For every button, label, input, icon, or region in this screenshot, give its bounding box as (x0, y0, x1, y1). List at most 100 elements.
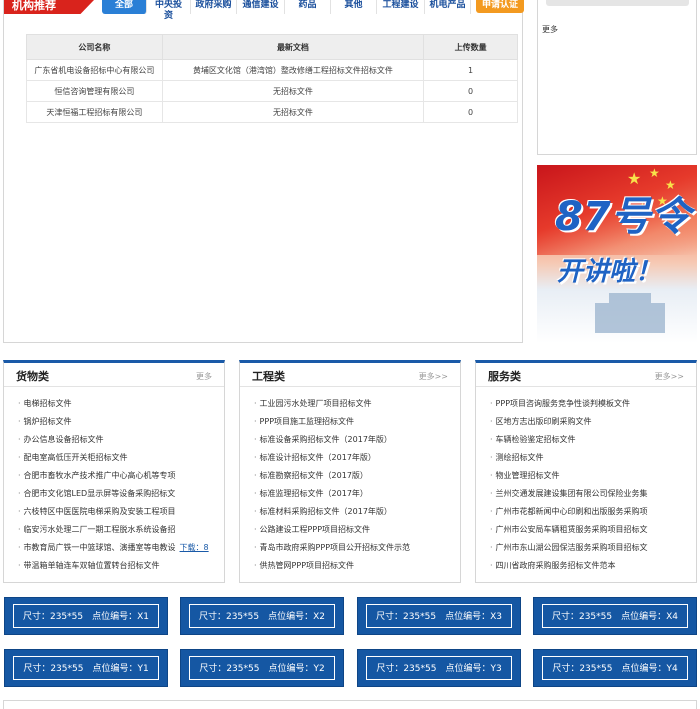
ad-label: 尺寸：235*55 点位编号：Y2 (189, 656, 335, 680)
list-item[interactable]: 广州市公安局车辆租赁服务采购项目招标文 (490, 521, 696, 539)
list-item[interactable]: 合肥市畜牧水产技术推广中心高心机等专项 (18, 467, 224, 485)
latest-doc: 无招标文件 (161, 80, 425, 102)
tab-electromechanical[interactable]: 机电产品 (425, 0, 471, 14)
services-panel: 服务类 更多>> PPP项目咨询服务竞争性谈判模板文件 区地方志出版印刷采购文件… (475, 360, 697, 583)
ad-label: 尺寸：235*55 点位编号：Y4 (542, 656, 688, 680)
list-item[interactable]: 公路建设工程PPP项目招标文件 (254, 521, 460, 539)
col-latest-doc: 最新文档 (161, 34, 425, 60)
star-icon: ★ (627, 169, 642, 188)
more-link[interactable]: 更多>> (655, 371, 684, 382)
company-name[interactable]: 恒信咨询管理有限公司 (26, 80, 163, 102)
panel-title: 工程类 (252, 370, 285, 383)
list-item[interactable]: 标准设计招标文件（2017年版） (254, 449, 460, 467)
right-box-header (546, 0, 689, 6)
ad-slot-x4[interactable]: 尺寸：235*55 点位编号：X4 (533, 597, 697, 635)
col-upload-count: 上传数量 (423, 34, 518, 60)
apply-certification-button[interactable]: 申请认证 (476, 0, 524, 13)
ad-slot-y3[interactable]: 尺寸：235*55 点位编号：Y3 (357, 649, 521, 687)
tab-central-investment[interactable]: 中央投资 (147, 0, 191, 21)
list-item[interactable]: 市教育局广铁一中篮球馆、演播室等电教设下载：8 (18, 539, 224, 557)
tab-all[interactable]: 全部 (102, 0, 147, 14)
ad-slot-x3[interactable]: 尺寸：235*55 点位编号：X3 (357, 597, 521, 635)
list-item[interactable]: 锅炉招标文件 (18, 413, 224, 431)
list-item-text[interactable]: 市教育局广铁一中篮球馆、演播室等电教设 (24, 543, 176, 552)
latest-doc[interactable]: 黄埔区文化馆（港湾馆）整改修缮工程招标文件招标文件 (161, 59, 425, 81)
tab-other[interactable]: 其他 (331, 0, 377, 14)
list-item[interactable]: 兰州交通发展建设集团有限公司保险业务集 (490, 485, 696, 503)
banner-title: 87号令 (555, 194, 691, 240)
more-link[interactable]: 更多>> (419, 371, 448, 382)
org-table: 公司名称 最新文档 上传数量 广东省机电设备招标中心有限公司 黄埔区文化馆（港湾… (26, 34, 518, 123)
ad-label: 尺寸：235*55 点位编号：Y1 (13, 656, 159, 680)
list-item[interactable]: 四川省政府采购服务招标文件范本 (490, 557, 696, 575)
panel-header: 货物类 更多 (4, 363, 224, 387)
list-item[interactable]: 青岛市政府采购PPP项目公开招标文件示范 (254, 539, 460, 557)
upload-count: 0 (423, 80, 518, 102)
panel-header: 服务类 更多>> (476, 363, 696, 387)
star-icon: ★ (649, 166, 660, 180)
list-item[interactable]: 电梯招标文件 (18, 395, 224, 413)
ad-label: 尺寸：235*55 点位编号：X2 (189, 604, 335, 628)
ad-slot-y1[interactable]: 尺寸：235*55 点位编号：Y1 (4, 649, 168, 687)
list-item[interactable]: 广州市花都新闻中心印刷和出版服务采购项 (490, 503, 696, 521)
list-item[interactable]: PPP项目咨询服务竞争性谈判模板文件 (490, 395, 696, 413)
banner-subtitle: 开讲啦！ (557, 257, 662, 287)
list-item[interactable]: 车辆检验鉴定招标文件 (490, 431, 696, 449)
right-info-box: 更多 (537, 0, 697, 155)
list-item[interactable]: 标准材料采购招标文件（2017年版） (254, 503, 460, 521)
panel-title: 货物类 (16, 370, 49, 383)
engineering-panel: 工程类 更多>> 工业园污水处理厂项目招标文件 PPP项目施工监理招标文件 标准… (239, 360, 461, 583)
list-item[interactable]: 工业园污水处理厂项目招标文件 (254, 395, 460, 413)
list-item[interactable]: 标准监理招标文件（2017年） (254, 485, 460, 503)
ad-label: 尺寸：235*55 点位编号：X4 (542, 604, 688, 628)
col-company: 公司名称 (26, 34, 163, 60)
list-item[interactable]: 区地方志出版印刷采购文件 (490, 413, 696, 431)
latest-doc: 无招标文件 (161, 101, 425, 123)
table-header-row: 公司名称 最新文档 上传数量 (26, 34, 518, 60)
promo-banner[interactable]: ★ ★ ★ ★ ★ 87号令 开讲啦！ (537, 165, 697, 343)
more-link[interactable]: 更多 (542, 24, 558, 35)
goods-panel: 货物类 更多 电梯招标文件 锅炉招标文件 办公信息设备招标文件 配电室高低压开关… (3, 360, 225, 583)
panel-title: 服务类 (488, 370, 521, 383)
tab-telecom-construction[interactable]: 通信建设 (237, 0, 285, 14)
org-recommend-section: 机构推荐 全部 中央投资 政府采购 通信建设 药品 其他 工程建设 机电产品 申… (3, 0, 524, 343)
list-item[interactable]: 广州市东山湖公园保洁服务采购项目招标文 (490, 539, 696, 557)
more-link[interactable]: 更多 (196, 371, 212, 382)
list-item[interactable]: 临安污水处理二厂一期工程脱水系统设备招 (18, 521, 224, 539)
ad-slot-x2[interactable]: 尺寸：235*55 点位编号：X2 (180, 597, 344, 635)
doc-list: 电梯招标文件 锅炉招标文件 办公信息设备招标文件 配电室高低压开关柜招标文件 合… (4, 387, 224, 575)
list-item[interactable]: 带温箱单轴连车双轴位置转台招标文件 (18, 557, 224, 575)
category-tabs: 全部 中央投资 政府采购 通信建设 药品 其他 工程建设 机电产品 (102, 0, 471, 21)
company-name[interactable]: 天津恒福工程招标有限公司 (26, 101, 163, 123)
list-item[interactable]: 办公信息设备招标文件 (18, 431, 224, 449)
tab-medicine[interactable]: 药品 (285, 0, 331, 14)
table-row: 广东省机电设备招标中心有限公司 黄埔区文化馆（港湾馆）整改修缮工程招标文件招标文… (26, 59, 518, 81)
doc-list: PPP项目咨询服务竞争性谈判模板文件 区地方志出版印刷采购文件 车辆检验鉴定招标… (476, 387, 696, 575)
doc-list: 工业园污水处理厂项目招标文件 PPP项目施工监理招标文件 标准设备采购招标文件（… (240, 387, 460, 575)
ad-slot-y2[interactable]: 尺寸：235*55 点位编号：Y2 (180, 649, 344, 687)
tab-government-procurement[interactable]: 政府采购 (191, 0, 237, 14)
table-row: 天津恒福工程招标有限公司 无招标文件 0 (26, 101, 518, 123)
list-item[interactable]: 配电室高低压开关柜招标文件 (18, 449, 224, 467)
tab-engineering[interactable]: 工程建设 (377, 0, 425, 14)
download-link[interactable]: 下载：8 (180, 543, 209, 552)
ad-slot-y4[interactable]: 尺寸：235*55 点位编号：Y4 (533, 649, 697, 687)
list-item[interactable]: 合肥市文化馆LED显示屏等设备采购招标文 (18, 485, 224, 503)
list-item[interactable]: 供热管网PPP项目招标文件 (254, 557, 460, 575)
list-item[interactable]: 测绘招标文件 (490, 449, 696, 467)
ad-label: 尺寸：235*55 点位编号：Y3 (366, 656, 512, 680)
table-row: 恒信咨询管理有限公司 无招标文件 0 (26, 80, 518, 102)
section-title: 机构推荐 (4, 0, 94, 14)
list-item[interactable]: 物业管理招标文件 (490, 467, 696, 485)
ad-label: 尺寸：235*55 点位编号：X3 (366, 604, 512, 628)
panel-header: 工程类 更多>> (240, 363, 460, 387)
upload-count: 0 (423, 101, 518, 123)
list-item[interactable]: 六枝特区中医医院电梯采购及安装工程项目 (18, 503, 224, 521)
list-item[interactable]: 标准勘察招标文件（2017版） (254, 467, 460, 485)
company-name[interactable]: 广东省机电设备招标中心有限公司 (26, 59, 163, 81)
list-item[interactable]: 标准设备采购招标文件（2017年版） (254, 431, 460, 449)
bottom-section-edge (3, 700, 697, 709)
list-item[interactable]: PPP项目施工监理招标文件 (254, 413, 460, 431)
building-graphic (595, 293, 665, 333)
ad-slot-x1[interactable]: 尺寸：235*55 点位编号：X1 (4, 597, 168, 635)
